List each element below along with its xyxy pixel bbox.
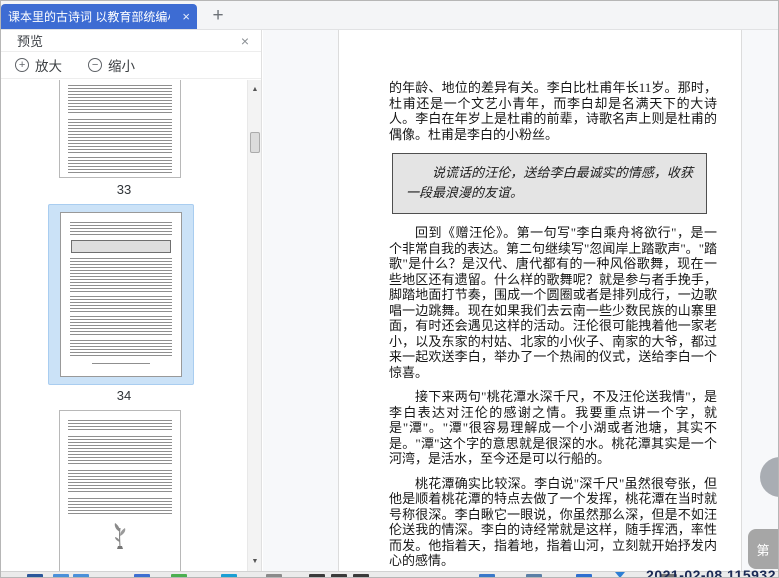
taskbar-icon-13[interactable] xyxy=(576,574,592,577)
quote-box: 说谎话的汪伦，送给李白最诚实的情感，收获一段最浪漫的友谊。 xyxy=(392,153,707,214)
floating-scroll-button[interactable] xyxy=(760,457,778,497)
timestamp-text: 2021-02-08 115932 xyxy=(646,567,776,578)
thumbnail-text-lines xyxy=(68,498,172,516)
sidebar-toolbar: + 放大 − 缩小 xyxy=(1,52,261,79)
thumbnail-label-34: 34 xyxy=(116,388,132,403)
paragraph: 的年龄、地位的差异有关。李白比杜甫年长11岁。那时，杜甫还是一个文艺小青年，而李… xyxy=(389,80,717,142)
thumbnail-text-lines xyxy=(70,222,172,236)
tab-close-icon[interactable]: × xyxy=(182,10,190,23)
thumbnail-selection-highlight xyxy=(48,204,194,385)
sidebar-header: 预览 × xyxy=(1,30,261,52)
thumbnail-label-33: 33 xyxy=(116,182,132,197)
zoom-in-icon: + xyxy=(15,58,29,72)
thumbnail-text-lines xyxy=(68,436,172,466)
taskbar-icon-3[interactable] xyxy=(73,574,89,577)
thumbnail-text-lines xyxy=(68,470,172,494)
thumbnail-text-lines xyxy=(68,420,172,432)
thumbnail-page-33[interactable] xyxy=(59,80,181,178)
taskbar-icon-4[interactable] xyxy=(134,574,150,577)
taskbar-icon-9[interactable] xyxy=(331,574,347,577)
scroll-down-icon[interactable]: ▼ xyxy=(248,558,261,565)
taskbar-icon-11[interactable] xyxy=(479,574,495,577)
paragraph: 桃花潭确实比较深。李白说"深千尺"虽然很夸张，但他是顺着桃花潭的特点去做了一个发… xyxy=(389,475,717,569)
paragraph: 回到《赠汪伦》。第一句写"李白乘舟将欲行"，是一个非常自我的表达。第二句继续写"… xyxy=(389,225,717,380)
zoom-out-label: 缩小 xyxy=(108,59,135,74)
quote-text: 说谎话的汪伦，送给李白最诚实的情感，收获一段最浪漫的友谊。 xyxy=(406,165,693,200)
tray-shield-icon[interactable] xyxy=(615,572,625,577)
taskbar-icon-8[interactable] xyxy=(309,574,325,577)
page-indicator-button[interactable]: 第 xyxy=(748,529,778,569)
app-body: 预览 × + 放大 − 缩小 33 34 ▲ ▼ 的年龄、地位的差异有关。李白比… xyxy=(1,29,778,571)
thumbnail-text-lines xyxy=(70,316,172,336)
zoom-out-button[interactable]: − 缩小 xyxy=(88,55,135,75)
screen: 课本里的古诗词 以教育部统编小 × + 预览 × + 放大 − 缩小 33 34… xyxy=(0,0,779,578)
taskbar-icon-2[interactable] xyxy=(53,574,69,577)
browser-tab-active[interactable]: 课本里的古诗词 以教育部统编小 × xyxy=(1,4,197,29)
plant-illustration-icon xyxy=(114,523,126,550)
zoom-in-button[interactable]: + 放大 xyxy=(15,55,62,75)
page-indicator-label: 第 xyxy=(756,542,770,558)
new-tab-button[interactable]: + xyxy=(205,4,231,28)
taskbar-icon-5[interactable] xyxy=(171,574,187,577)
thumbnail-text-lines xyxy=(70,258,172,292)
scroll-up-icon[interactable]: ▲ xyxy=(248,86,261,93)
thumbnail-page-34[interactable] xyxy=(60,212,182,377)
taskbar-icon-12[interactable] xyxy=(526,574,542,577)
thumbnail-text-lines xyxy=(68,119,172,153)
paragraph: 接下来两句"桃花潭水深千尺，不及汪伦送我情"，是李白表达对汪伦的感谢之情。我要重… xyxy=(389,389,717,466)
thumbnail-text-lines xyxy=(70,340,172,356)
thumbnail-footer-line xyxy=(92,363,150,365)
thumbnail-text-lines xyxy=(70,296,172,312)
taskbar-icon-10[interactable] xyxy=(353,574,369,577)
browser-tab-bar: 课本里的古诗词 以教育部统编小 × + xyxy=(1,1,778,29)
document-page: 的年龄、地位的差异有关。李白比杜甫年长11岁。那时，杜甫还是一个文艺小青年，而李… xyxy=(338,30,742,571)
thumbnail-quote-box xyxy=(71,240,171,253)
sidebar-scrollbar[interactable]: ▲ ▼ xyxy=(247,80,261,571)
sidebar-title: 预览 xyxy=(17,34,44,49)
sidebar-scrollbar-thumb[interactable] xyxy=(250,132,260,153)
sidebar-close-icon[interactable]: × xyxy=(241,33,249,49)
thumbnail-page-35[interactable] xyxy=(59,410,181,571)
preview-sidebar: 预览 × + 放大 − 缩小 33 34 ▲ ▼ xyxy=(1,30,262,571)
taskbar-icon-7[interactable] xyxy=(266,574,282,577)
taskbar-icon-6[interactable] xyxy=(221,574,237,577)
thumbnail-list: 33 34 ▲ ▼ xyxy=(1,80,261,571)
zoom-out-icon: − xyxy=(88,58,102,72)
thumbnail-text-lines xyxy=(68,85,172,115)
document-viewer: 的年龄、地位的差异有关。李白比杜甫年长11岁。那时，杜甫还是一个文艺小青年，而李… xyxy=(263,30,778,571)
tab-title: 课本里的古诗词 以教育部统编小 xyxy=(8,10,170,24)
taskbar-icon-1[interactable] xyxy=(27,574,43,577)
thumbnail-text-lines xyxy=(68,157,172,175)
zoom-in-label: 放大 xyxy=(35,59,62,74)
